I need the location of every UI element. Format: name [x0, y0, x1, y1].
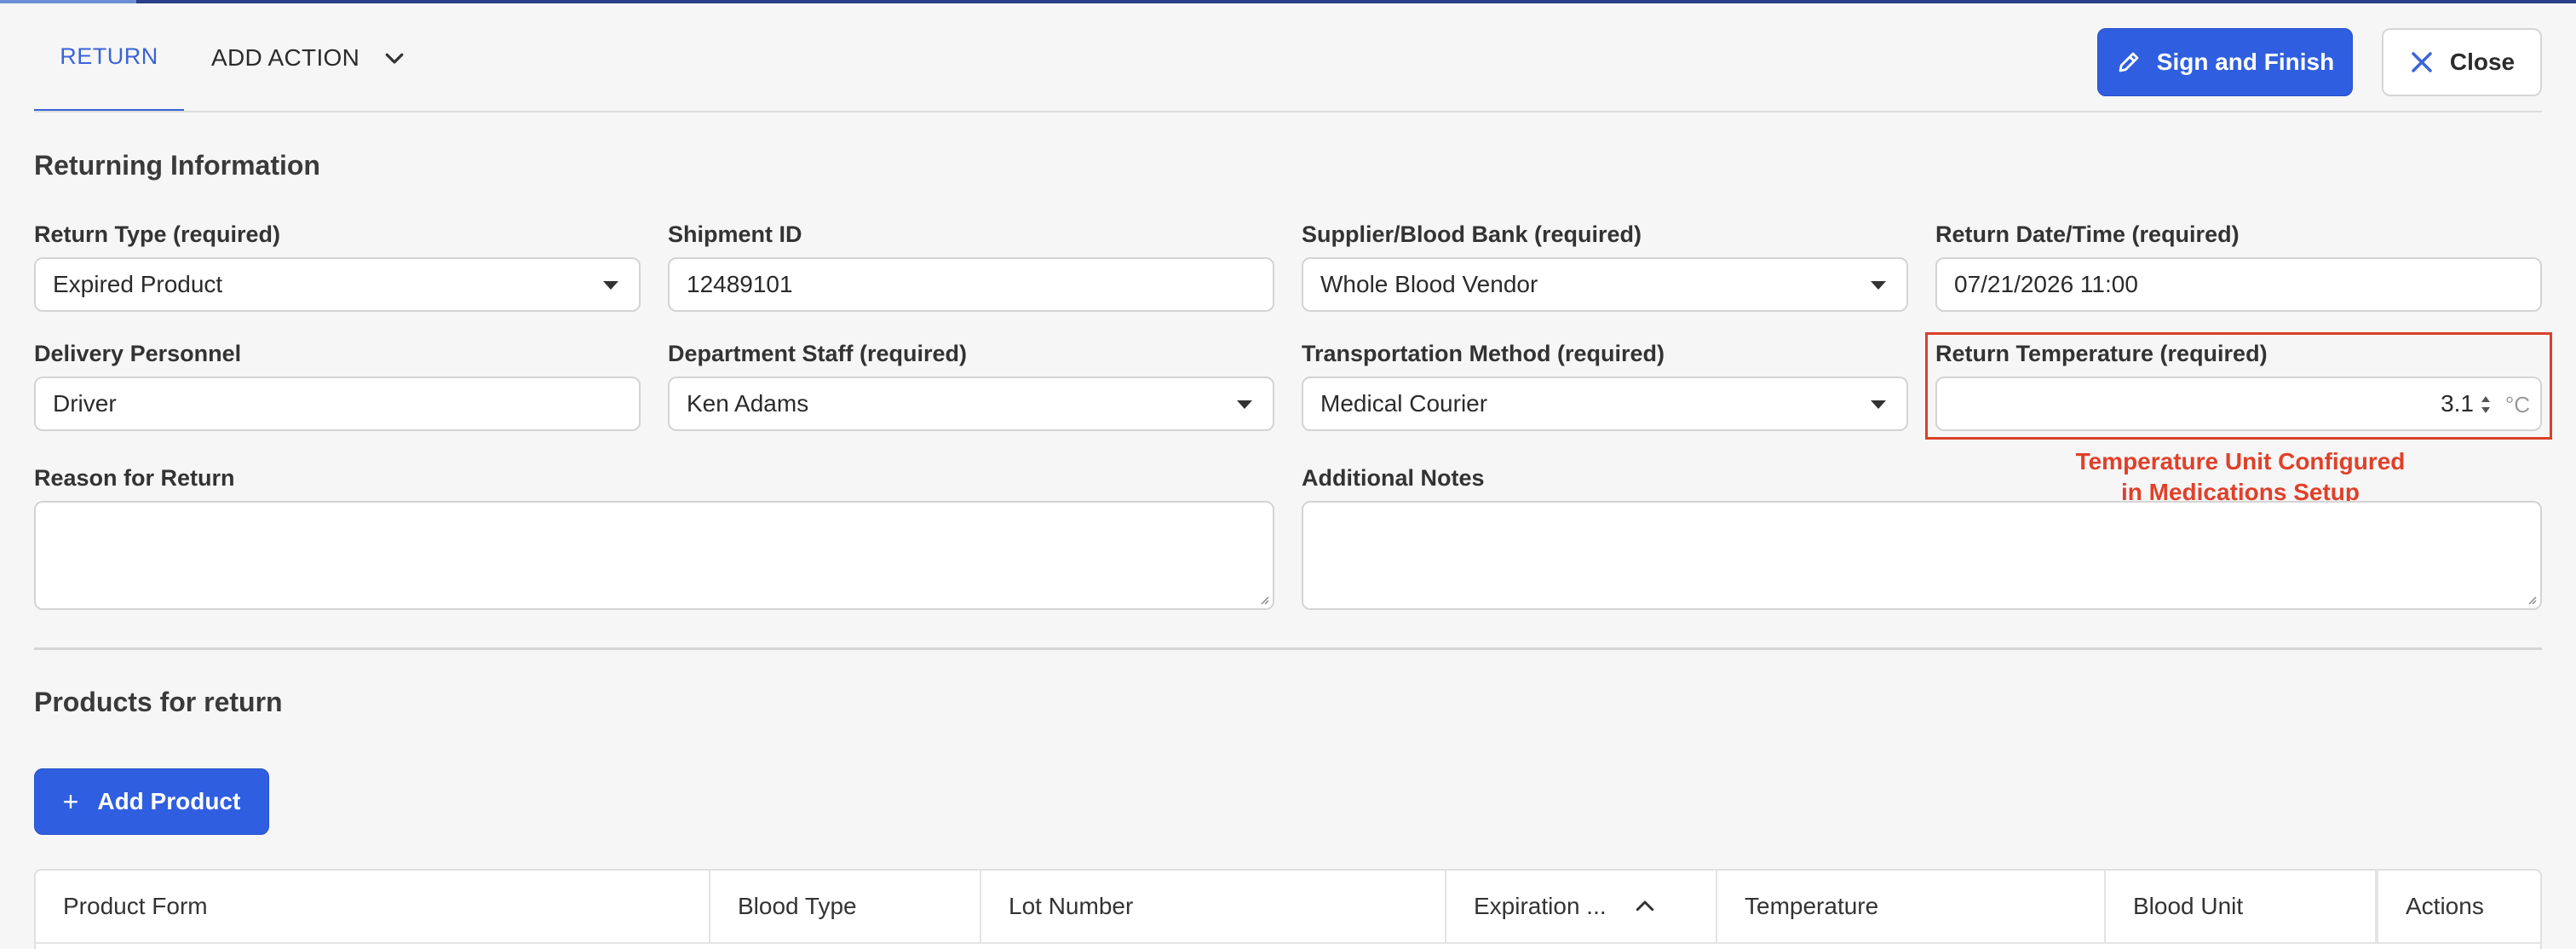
section-title-returning-information: Returning Information [34, 150, 320, 181]
column-header-blood-unit[interactable]: Blood Unit [2106, 871, 2377, 942]
chevron-down-icon [385, 53, 404, 64]
caret-down-icon [1237, 400, 1252, 409]
column-header-temperature[interactable]: Temperature [1717, 871, 2106, 942]
resize-grip-icon[interactable] [2525, 593, 2537, 605]
return-type-label: Return Type (required) [34, 221, 281, 247]
return-temperature-value: 3.1 [2441, 390, 2474, 417]
department-staff-label: Department Staff (required) [668, 341, 968, 366]
column-header-label: Blood Unit [2133, 893, 2244, 919]
return-datetime-value: 07/21/2026 11:00 [1954, 271, 2138, 297]
delivery-personnel-label: Delivery Personnel [34, 341, 242, 366]
shipment-id-label: Shipment ID [668, 221, 802, 247]
return-temperature-input[interactable]: 3.1 °C [1935, 377, 2542, 431]
column-header-label: Blood Type [738, 893, 857, 919]
return-type-select[interactable]: Expired Product [34, 257, 641, 312]
close-button[interactable]: Close [2382, 28, 2542, 96]
plus-icon: + [62, 785, 79, 817]
delivery-personnel-input[interactable]: Driver [34, 377, 641, 431]
close-icon [2412, 52, 2432, 72]
resize-grip-icon[interactable] [1257, 593, 1269, 605]
column-header-label: Expiration ... [1474, 893, 1607, 919]
supplier-select[interactable]: Whole Blood Vendor [1302, 257, 1908, 312]
column-header-label: Lot Number [1009, 893, 1134, 919]
transport-method-value: Medical Courier [1320, 390, 1488, 417]
tab-return[interactable]: RETURN [34, 3, 184, 112]
reason-label: Reason for Return [34, 465, 235, 491]
pen-icon [2119, 52, 2139, 72]
header: RETURN ADD ACTION Sign and Finish Close [0, 3, 2576, 112]
column-header-label: Actions [2406, 893, 2484, 919]
caret-down-icon [1871, 281, 1886, 290]
transport-method-label: Transportation Method (required) [1302, 341, 1665, 366]
delivery-personnel-value: Driver [53, 390, 117, 417]
supplier-value: Whole Blood Vendor [1320, 271, 1538, 297]
return-datetime-label: Return Date/Time (required) [1935, 221, 2240, 247]
column-header-label: Product Form [63, 893, 208, 919]
header-divider [34, 111, 2542, 112]
column-header-expiration[interactable]: Expiration ... [1446, 871, 1717, 942]
transport-method-select[interactable]: Medical Courier [1302, 377, 1908, 431]
temperature-unit: °C [2504, 392, 2530, 417]
column-header-label: Temperature [1745, 893, 1879, 919]
section-title-products: Products for return [34, 687, 283, 717]
return-temperature-label: Return Temperature (required) [1935, 341, 2268, 366]
add-product-label: Add Product [97, 788, 241, 814]
add-product-button[interactable]: + Add Product [34, 768, 269, 835]
spinner-arrows-icon[interactable] [2479, 392, 2493, 417]
shipment-id-input[interactable]: 12489101 [668, 257, 1274, 312]
sign-and-finish-button[interactable]: Sign and Finish [2097, 28, 2353, 96]
caret-down-icon [603, 281, 618, 290]
temperature-note-line1: Temperature Unit Configured [2075, 448, 2406, 474]
tab-add-action[interactable]: ADD ACTION [211, 3, 407, 112]
caret-down-icon [1871, 400, 1886, 409]
products-table: Product Form Blood Type Lot Number Expir… [34, 869, 2542, 949]
notes-label: Additional Notes [1302, 465, 1485, 491]
column-header-lot-number[interactable]: Lot Number [981, 871, 1446, 942]
return-datetime-input[interactable]: 07/21/2026 11:00 [1935, 257, 2542, 312]
close-label: Close [2449, 49, 2516, 75]
column-header-actions: Actions [2377, 871, 2540, 942]
return-type-value: Expired Product [53, 271, 223, 297]
column-header-product-form[interactable]: Product Form [36, 871, 710, 942]
tab-add-action-label: ADD ACTION [211, 44, 360, 71]
column-header-blood-type[interactable]: Blood Type [710, 871, 981, 942]
sort-ascending-icon[interactable] [1632, 894, 1658, 919]
reason-textarea[interactable] [34, 501, 1274, 610]
department-staff-select[interactable]: Ken Adams [668, 377, 1274, 431]
sign-and-finish-label: Sign and Finish [2156, 49, 2335, 75]
supplier-label: Supplier/Blood Bank (required) [1302, 221, 1642, 247]
section-divider [34, 647, 2542, 650]
notes-textarea[interactable] [1302, 501, 2542, 610]
temperature-unit-note: Temperature Unit Configured in Medicatio… [1985, 446, 2496, 508]
table-header-divider [36, 942, 2540, 944]
shipment-id-value: 12489101 [687, 271, 793, 297]
department-staff-value: Ken Adams [687, 390, 809, 417]
